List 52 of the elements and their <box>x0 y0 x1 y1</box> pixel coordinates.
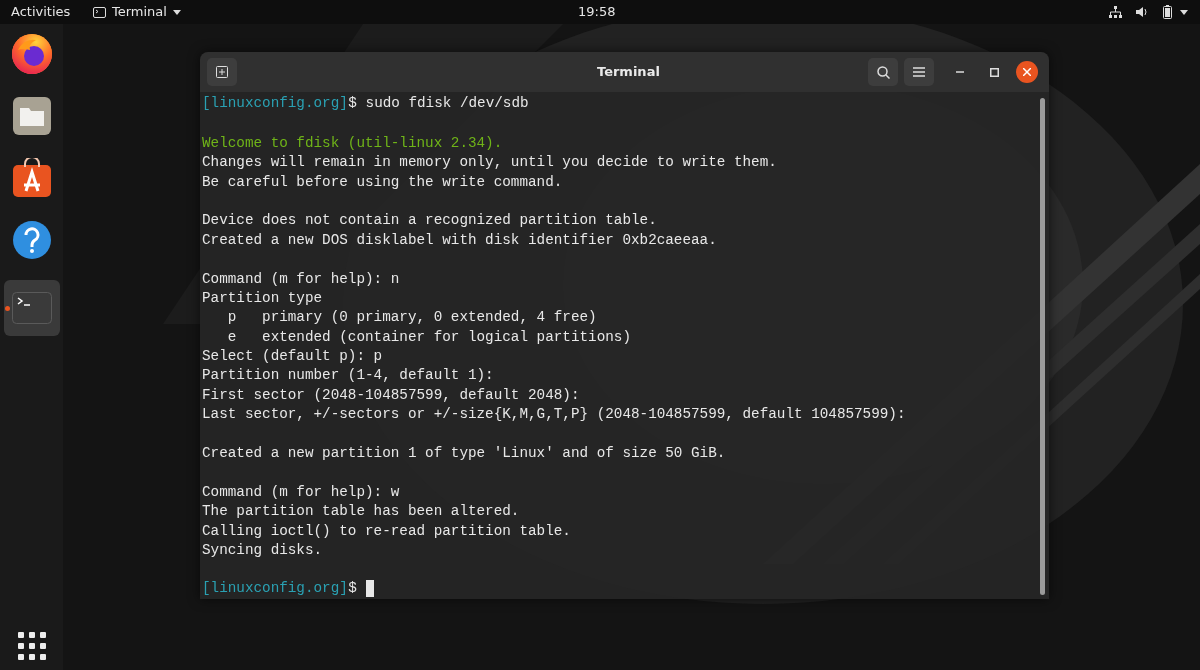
battery-icon[interactable] <box>1163 5 1172 19</box>
output-line: First sector (2048-104857599, default 2048): <box>202 385 580 405</box>
close-button[interactable] <box>1016 61 1038 83</box>
caret-icon <box>172 9 181 15</box>
activities-button[interactable]: Activities <box>0 2 93 22</box>
output-line: Created a new DOS disklabel with disk identifier 0xb2caeeaa. <box>202 230 717 250</box>
clock[interactable]: 19:58 <box>578 2 616 22</box>
search-icon <box>876 65 890 79</box>
output-line: Last sector, +/-sectors or +/-size{K,M,G,T,P} (2048-104857599, default 104857599): <box>202 405 906 424</box>
output-line: Device does not contain a recognized partition table. <box>202 211 657 230</box>
prompt-symbol: $ <box>348 94 357 113</box>
prompt-host: [linuxconfig.org] <box>202 578 348 598</box>
minimize-icon <box>956 71 964 73</box>
caret-icon[interactable] <box>1180 9 1188 15</box>
app-menu[interactable]: Terminal <box>93 2 181 22</box>
terminal-icon <box>93 6 106 18</box>
output-line: Command (m for help): n <box>202 269 400 288</box>
maximize-icon <box>989 67 999 77</box>
menu-button[interactable] <box>904 58 934 86</box>
browser-icon[interactable] <box>9 32 54 76</box>
command-text: sudo fdisk /dev/sdb <box>365 94 529 113</box>
window-title: Terminal <box>597 63 660 82</box>
output-line: Changes will remain in memory only, until you decide to write them. <box>202 153 777 172</box>
output-line: Partition type <box>202 288 323 308</box>
output-line: e extended (container for logical partitions) <box>226 327 631 347</box>
search-button[interactable] <box>868 58 898 86</box>
network-icon[interactable] <box>1109 6 1122 18</box>
output-line: Welcome to fdisk (util-linux 2.34). <box>202 133 503 153</box>
output-line: Select (default p): p <box>202 347 383 366</box>
output-line: Be careful before using the write command. <box>202 172 563 191</box>
prompt-host: [linuxconfig.org] <box>202 94 348 113</box>
scrollbar[interactable] <box>1040 98 1045 595</box>
output-line: Command (m for help): w <box>202 482 400 502</box>
app-grid-icon[interactable] <box>17 632 46 660</box>
menu-icon <box>913 67 925 77</box>
help-icon[interactable] <box>11 220 52 260</box>
output-line: Partition number (1-4, default 1): <box>202 366 494 385</box>
new-tab-icon <box>216 66 228 78</box>
output-line: Calling ioctl() to re-read partition table. <box>202 521 571 540</box>
shopping-bag-icon[interactable] <box>11 158 52 198</box>
output-line: The partition table has been altered. <box>202 502 520 521</box>
terminal-icon[interactable] <box>11 292 52 324</box>
cursor <box>365 579 374 597</box>
output-line: Syncing disks. <box>202 541 323 560</box>
output-line: Created a new partition 1 of type 'Linux' and of size 50 GiB. <box>202 444 726 463</box>
running-indicator <box>4 306 10 311</box>
close-icon <box>1023 68 1031 76</box>
prompt-symbol: $ <box>348 578 357 598</box>
folder-icon[interactable] <box>11 96 52 136</box>
new-tab-button[interactable] <box>207 58 237 86</box>
volume-icon[interactable] <box>1136 6 1149 18</box>
output-line: p primary (0 primary, 0 extended, 4 free) <box>226 308 597 327</box>
